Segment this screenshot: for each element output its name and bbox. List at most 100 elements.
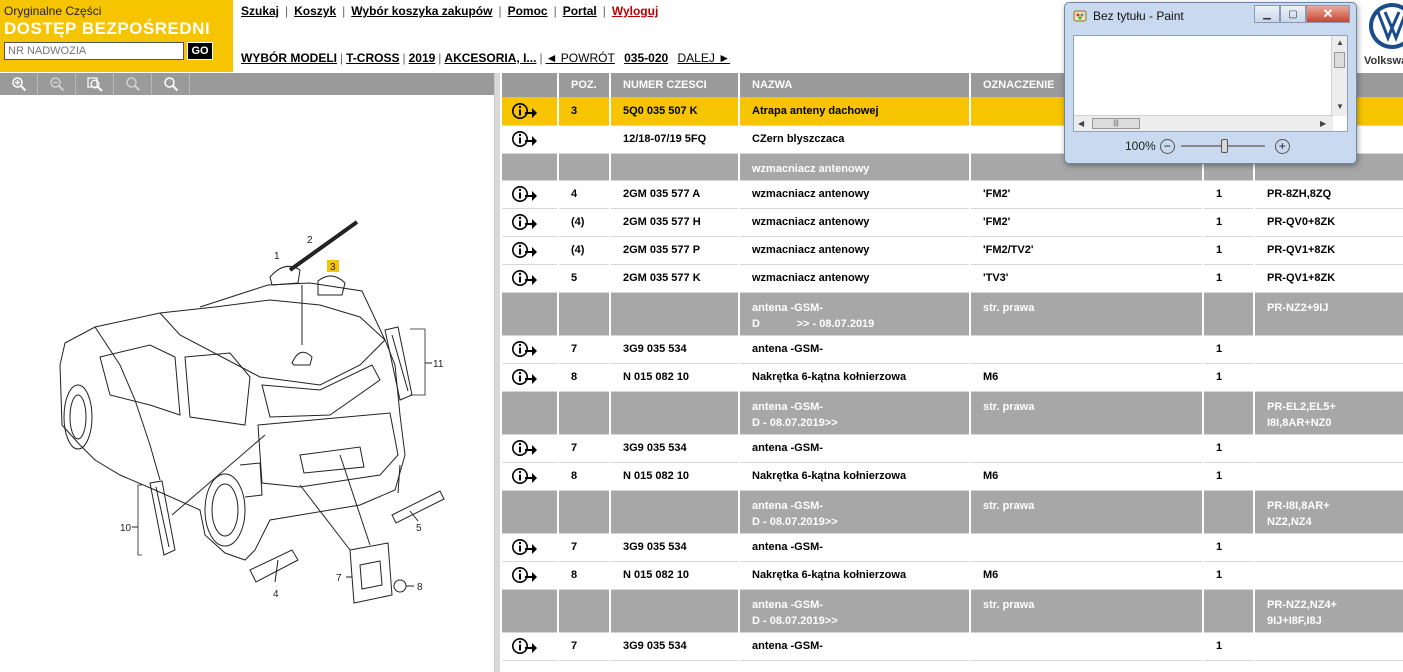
- table-row[interactable]: 7 3G9 035 534 antena -GSM- 1: [502, 335, 1403, 364]
- info-arrow-icon[interactable]: [512, 213, 557, 231]
- table-row[interactable]: 8N 015 082 10 Nakrętka 6-kątna kołnierzow…: [502, 462, 1403, 491]
- callout-1[interactable]: 1: [274, 251, 280, 262]
- scroll-down-icon[interactable]: ▼: [1336, 102, 1344, 111]
- model-cell: PR-QV0+8ZK: [1254, 208, 1403, 237]
- vertical-scrollbar[interactable]: ▲ ▼: [1331, 36, 1347, 116]
- zoom-in-icon[interactable]: [0, 73, 38, 95]
- col-part-number[interactable]: NUMER CZESCI: [610, 73, 740, 97]
- designation-cell: 'FM2': [970, 208, 1204, 237]
- breadcrumb-models[interactable]: WYBÓR MODELI: [241, 51, 337, 65]
- breadcrumb-model[interactable]: T-CROSS: [346, 51, 399, 65]
- zoom-search-icon[interactable]: [152, 73, 190, 95]
- nav-link-portal[interactable]: Portal: [563, 4, 597, 18]
- callout-11[interactable]: 11: [433, 359, 444, 370]
- table-group-row[interactable]: antena -GSM- D - 08.07.2019>> str. prawa PR…: [502, 589, 1403, 633]
- vin-input[interactable]: [4, 42, 184, 60]
- info-arrow-icon[interactable]: [512, 368, 557, 386]
- table-row[interactable]: 5 2GM 035 577 Kwzmacniacz antenowy 'TV3' 1 P…: [502, 264, 1403, 293]
- zoom-fit-icon[interactable]: [76, 73, 114, 95]
- nav-link-logout[interactable]: Wyloguj: [612, 4, 658, 18]
- zoom-out-button[interactable]: −: [1159, 138, 1175, 154]
- col-poz[interactable]: POZ.: [558, 73, 611, 97]
- zoom-slider[interactable]: [1180, 139, 1265, 153]
- designation-cell: M6: [970, 462, 1204, 491]
- table-row[interactable]: (4) 2GM 035 577 Hwzmacniacz antenowy 'FM2'…: [502, 208, 1403, 237]
- poz-cell: 4: [558, 180, 611, 209]
- maximize-icon[interactable]: ▢: [1280, 5, 1306, 23]
- breadcrumb-year[interactable]: 2019: [409, 51, 436, 65]
- callout-3[interactable]: 3: [330, 262, 336, 273]
- minimize-icon[interactable]: ▁: [1254, 5, 1280, 23]
- nav-link-help[interactable]: Pomoc: [508, 4, 548, 18]
- back-link[interactable]: ◄ POWRÓT: [546, 51, 615, 65]
- table-row[interactable]: 8N 015 082 10 Nakrętka 6-kątna kołnierzow…: [502, 363, 1403, 392]
- callout-4[interactable]: 4: [273, 589, 279, 600]
- next-link[interactable]: DALEJ ►: [678, 51, 731, 65]
- table-row[interactable]: 7 3G9 035 534 antena -GSM- 1: [502, 434, 1403, 463]
- table-row[interactable]: 8N 015 082 10 Nakrętka 6-kątna kołnierzow…: [502, 561, 1403, 590]
- table-row[interactable]: 4 2GM 035 577 Awzmacniacz antenowy 'FM2' 1 P…: [502, 180, 1403, 209]
- info-arrow-icon[interactable]: [512, 340, 557, 358]
- poz-cell: [558, 125, 611, 154]
- info-arrow-icon[interactable]: [512, 467, 557, 485]
- nav-link-search[interactable]: Szukaj: [241, 4, 279, 18]
- zoom-100-icon[interactable]: [114, 73, 152, 95]
- name-cell: wzmacniacz antenowy: [739, 264, 971, 293]
- info-arrow-icon[interactable]: [512, 439, 557, 457]
- go-button[interactable]: GO: [187, 42, 213, 60]
- name-cell: wzmacniacz antenowy: [739, 153, 971, 181]
- callout-2[interactable]: 2: [307, 235, 313, 246]
- paint-titlebar[interactable]: Bez tytułu - Paint: [1073, 9, 1184, 23]
- model-cell: PR-NZ2+9IJ: [1254, 292, 1403, 336]
- horizontal-scroll-thumb[interactable]: |||: [1092, 118, 1140, 129]
- table-row[interactable]: (4) 2GM 035 577 Pwzmacniacz antenowy 'FM2/…: [502, 236, 1403, 265]
- info-arrow-icon[interactable]: [512, 269, 557, 287]
- callout-5[interactable]: 5: [416, 523, 422, 534]
- scroll-up-icon[interactable]: ▲: [1336, 38, 1344, 47]
- table-group-row[interactable]: antena -GSM- D - 08.07.2019>> str. prawa PR…: [502, 490, 1403, 534]
- info-arrow-icon[interactable]: [512, 637, 557, 655]
- name-cell: antena -GSM- D - 08.07.2019>>: [739, 391, 971, 435]
- panel-splitter[interactable]: [494, 73, 500, 672]
- diagram-code[interactable]: 035-020: [624, 51, 668, 65]
- col-name[interactable]: NAZWA: [739, 73, 971, 97]
- info-arrow-icon[interactable]: [512, 130, 557, 148]
- model-code: PR-NZ2+9IJ: [1267, 301, 1329, 314]
- qty-cell: [1203, 589, 1255, 633]
- info-arrow-icon[interactable]: [512, 566, 557, 584]
- col-icon: [502, 73, 559, 97]
- breadcrumb-group[interactable]: AKCESORIA, I...: [444, 51, 536, 65]
- scroll-left-icon[interactable]: ◀: [1078, 119, 1084, 128]
- info-arrow-icon[interactable]: [512, 102, 557, 120]
- info-arrow-icon[interactable]: [512, 538, 557, 556]
- info-arrow-icon[interactable]: [512, 185, 557, 203]
- poz-cell: 5: [558, 264, 611, 293]
- nav-separator: |: [285, 4, 289, 18]
- zoom-out-icon[interactable]: [38, 73, 76, 95]
- model-cell: PR-8ZH,8ZQ: [1254, 180, 1403, 209]
- info-arrow-icon[interactable]: [512, 241, 557, 259]
- vertical-scroll-thumb[interactable]: [1334, 52, 1345, 68]
- table-row[interactable]: 7 3G9 035 534 antena -GSM- 1: [502, 533, 1403, 562]
- zoom-slider-knob[interactable]: [1220, 139, 1228, 153]
- top-nav: Szukaj | Koszyk | Wybór koszyka zakupów | Pomo…: [241, 4, 658, 18]
- nav-link-cart-select[interactable]: Wybór koszyka zakupów: [351, 4, 492, 18]
- model-cell: PR-QV1+8ZK: [1254, 264, 1403, 293]
- paint-canvas[interactable]: ▲ ▼ ◀ ||| ▶: [1073, 35, 1348, 132]
- table-row[interactable]: 7 3G9 035 534 antena -GSM- 1: [502, 632, 1403, 661]
- close-icon[interactable]: ✕: [1306, 5, 1350, 23]
- zoom-in-button[interactable]: +: [1274, 138, 1290, 154]
- model-code: NZ2,NZ4: [1267, 515, 1312, 528]
- callout-10[interactable]: 10: [120, 523, 132, 534]
- part-number-cell: 2GM 035 577 A: [610, 180, 740, 209]
- scroll-right-icon[interactable]: ▶: [1320, 119, 1326, 128]
- model-cell: [1254, 533, 1403, 562]
- horizontal-scrollbar[interactable]: ◀ ||| ▶: [1074, 115, 1333, 131]
- table-group-row[interactable]: antena -GSM- D - 08.07.2019>> str. prawa PR…: [502, 391, 1403, 435]
- callout-7[interactable]: 7: [336, 573, 342, 584]
- window-controls: ▁ ▢ ✕: [1254, 5, 1350, 23]
- table-group-row[interactable]: antena -GSM- D >> - 08.07.2019 str. prawa P…: [502, 292, 1403, 336]
- callout-8[interactable]: 8: [417, 582, 423, 593]
- nav-link-cart[interactable]: Koszyk: [294, 4, 336, 18]
- info-cell: [502, 632, 559, 661]
